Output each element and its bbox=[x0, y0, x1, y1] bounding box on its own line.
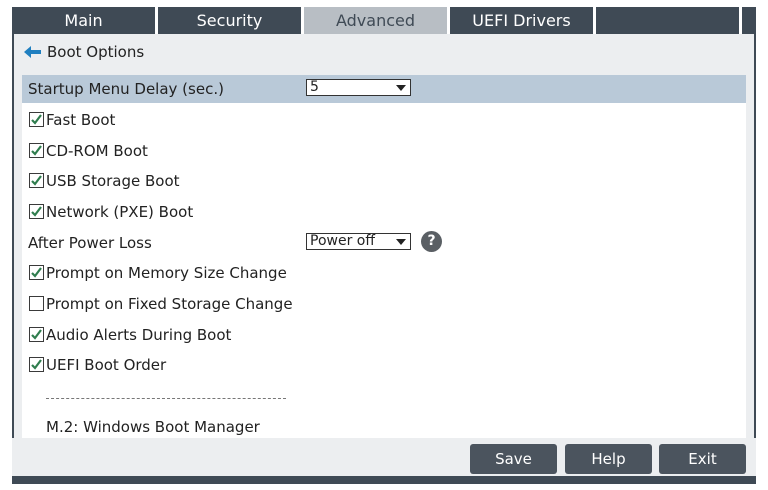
bios-window: Main Security Advanced UEFI Drivers Boot… bbox=[12, 7, 756, 484]
uefi-boot-order-checkbox[interactable] bbox=[29, 357, 44, 372]
audio-alerts-checkbox[interactable] bbox=[29, 327, 44, 342]
tab-main[interactable]: Main bbox=[12, 7, 158, 34]
row-separator bbox=[22, 382, 746, 410]
checkmark-icon bbox=[31, 114, 42, 125]
row-audio-alerts: Audio Alerts During Boot bbox=[22, 321, 746, 349]
cdrom-boot-label: CD-ROM Boot bbox=[46, 142, 148, 160]
checkmark-icon bbox=[31, 267, 42, 278]
tab-uefi-drivers[interactable]: UEFI Drivers bbox=[450, 7, 596, 34]
startup-delay-label: Startup Menu Delay (sec.) bbox=[28, 80, 224, 98]
row-boot-entry[interactable]: M.2: Windows Boot Manager bbox=[22, 413, 746, 441]
exit-button[interactable]: Exit bbox=[659, 444, 746, 474]
back-label: Boot Options bbox=[47, 43, 145, 61]
cdrom-boot-checkbox[interactable] bbox=[29, 143, 44, 158]
back-link[interactable]: Boot Options bbox=[24, 43, 144, 61]
pxe-boot-checkbox[interactable] bbox=[29, 204, 44, 219]
footer-bar: Save Help Exit bbox=[12, 438, 756, 484]
after-power-loss-value: Power off bbox=[310, 233, 375, 249]
help-icon[interactable]: ? bbox=[421, 231, 442, 252]
row-prompt-memory: Prompt on Memory Size Change bbox=[22, 259, 746, 287]
tab-bar: Main Security Advanced UEFI Drivers bbox=[12, 7, 756, 34]
usb-boot-checkbox[interactable] bbox=[29, 173, 44, 188]
after-power-loss-select[interactable]: Power off bbox=[306, 233, 411, 250]
divider bbox=[46, 398, 286, 399]
startup-delay-value: 5 bbox=[310, 79, 319, 95]
checkmark-icon bbox=[31, 206, 42, 217]
tab-empty bbox=[596, 7, 742, 34]
after-power-loss-label: After Power Loss bbox=[28, 234, 152, 252]
prompt-storage-checkbox[interactable] bbox=[29, 296, 44, 311]
row-uefi-boot-order: UEFI Boot Order bbox=[22, 351, 746, 379]
row-prompt-storage: Prompt on Fixed Storage Change bbox=[22, 290, 746, 318]
chevron-down-icon bbox=[396, 239, 406, 245]
back-arrow-icon bbox=[24, 46, 41, 58]
chevron-down-icon bbox=[396, 85, 406, 91]
content-area: Boot Options Startup Menu Delay (sec.) 5… bbox=[14, 34, 754, 438]
row-fast-boot: Fast Boot bbox=[22, 106, 746, 134]
prompt-memory-checkbox[interactable] bbox=[29, 265, 44, 280]
uefi-boot-order-label: UEFI Boot Order bbox=[46, 356, 167, 374]
prompt-storage-label: Prompt on Fixed Storage Change bbox=[46, 295, 293, 313]
checkmark-icon bbox=[31, 359, 42, 370]
settings-panel: Startup Menu Delay (sec.) 5 Fast Boot CD… bbox=[22, 75, 746, 438]
startup-delay-select[interactable]: 5 bbox=[306, 79, 411, 96]
row-after-power-loss: After Power Loss Power off ? bbox=[22, 229, 746, 257]
help-button[interactable]: Help bbox=[565, 444, 652, 474]
save-button[interactable]: Save bbox=[470, 444, 557, 474]
usb-boot-label: USB Storage Boot bbox=[46, 172, 180, 190]
row-cdrom-boot: CD-ROM Boot bbox=[22, 137, 746, 165]
audio-alerts-label: Audio Alerts During Boot bbox=[46, 326, 232, 344]
tab-advanced[interactable]: Advanced bbox=[304, 7, 450, 34]
row-usb-boot: USB Storage Boot bbox=[22, 167, 746, 195]
fast-boot-checkbox[interactable] bbox=[29, 112, 44, 127]
checkmark-icon bbox=[31, 175, 42, 186]
checkmark-icon bbox=[31, 329, 42, 340]
prompt-memory-label: Prompt on Memory Size Change bbox=[46, 264, 287, 282]
boot-entry-label: M.2: Windows Boot Manager bbox=[46, 418, 260, 436]
row-startup-delay: Startup Menu Delay (sec.) 5 bbox=[22, 75, 746, 103]
checkmark-icon bbox=[31, 145, 42, 156]
tab-security[interactable]: Security bbox=[158, 7, 304, 34]
fast-boot-label: Fast Boot bbox=[46, 111, 116, 129]
pxe-boot-label: Network (PXE) Boot bbox=[46, 203, 194, 221]
row-pxe-boot: Network (PXE) Boot bbox=[22, 198, 746, 226]
